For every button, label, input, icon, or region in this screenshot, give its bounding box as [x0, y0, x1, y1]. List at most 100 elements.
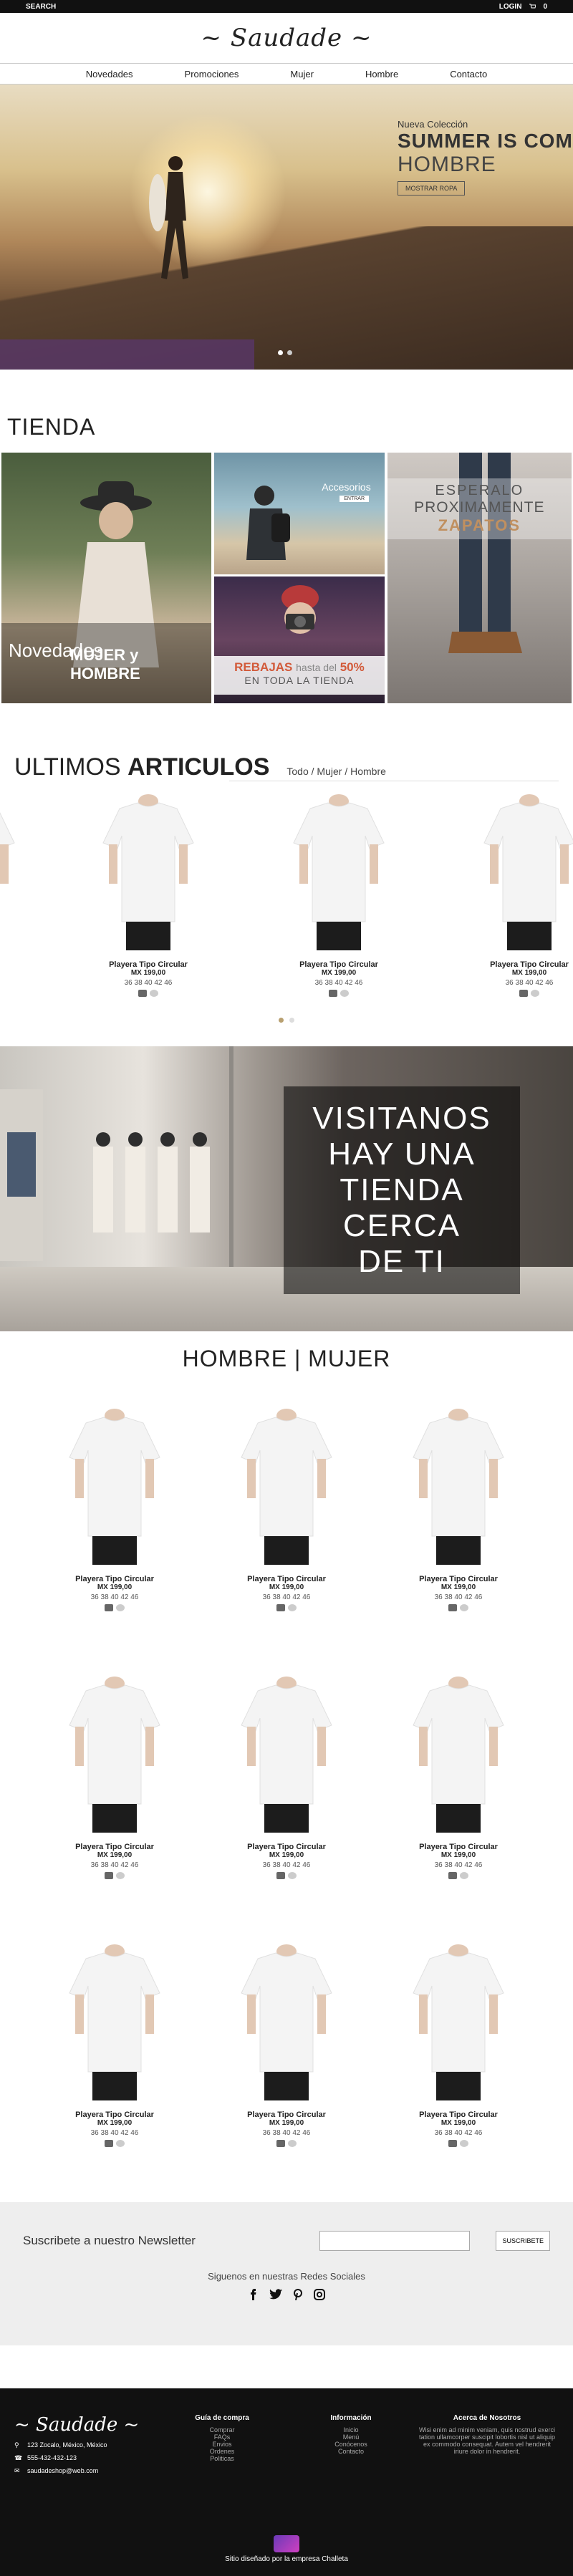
- cart-icon[interactable]: [276, 1604, 285, 1611]
- product-sizes[interactable]: 36 38 40 42 46: [201, 1593, 372, 1601]
- product-image[interactable]: [372, 1943, 544, 2108]
- product-name[interactable]: Playera Tipo Circular: [29, 1843, 201, 1851]
- product-sizes[interactable]: 36 38 40 42 46: [476, 979, 573, 987]
- footer-guia-envios[interactable]: Envios: [158, 2441, 286, 2448]
- grid-product[interactable]: Playera Tipo Circular MX 199,00 36 38 40…: [29, 1407, 201, 1625]
- heart-icon[interactable]: [150, 990, 158, 997]
- nav-hombre[interactable]: Hombre: [365, 69, 398, 79]
- heart-icon[interactable]: [116, 1872, 125, 1879]
- footer-logo[interactable]: ~ Saudade ~: [14, 2414, 158, 2436]
- cart-icon[interactable]: [105, 1872, 113, 1879]
- cart-icon[interactable]: [448, 1604, 457, 1611]
- product-sizes[interactable]: 36 38 40 42 46: [29, 2129, 201, 2137]
- product-sizes[interactable]: 36 38 40 42 46: [372, 1593, 544, 1601]
- product-sizes[interactable]: 36 38 40 42 46: [372, 1861, 544, 1869]
- grid-product[interactable]: Playera Tipo Circular MX 199,00 36 38 40…: [372, 1943, 544, 2161]
- cart-icon[interactable]: [448, 2140, 457, 2147]
- footer-guia-politicas[interactable]: Politicas: [158, 2455, 286, 2462]
- footer-guia-ordenes[interactable]: Ordenes: [158, 2448, 286, 2455]
- twitter-icon[interactable]: [269, 2289, 282, 2300]
- footer-info-inicio[interactable]: Inicio: [286, 2426, 415, 2433]
- product-image[interactable]: [29, 1675, 201, 1840]
- nav-contacto[interactable]: Contacto: [450, 69, 487, 79]
- tile-novedades[interactable]: Novedades MUJER y HOMBRE: [1, 453, 212, 703]
- product-image[interactable]: [29, 1407, 201, 1572]
- heart-icon[interactable]: [116, 1604, 125, 1611]
- grid-product[interactable]: Playera Tipo Circular MX 199,00 36 38 40…: [372, 1675, 544, 1893]
- carousel-product-3[interactable]: Playera Tipo Circular MX 199,00 36 38 40…: [476, 793, 573, 997]
- footer-email[interactable]: saudadeshop@web.com: [27, 2467, 98, 2474]
- product-sizes[interactable]: 36 38 40 42 46: [285, 979, 393, 987]
- product-sizes[interactable]: 36 38 40 42 46: [201, 1861, 372, 1869]
- heart-icon[interactable]: [460, 1872, 468, 1879]
- product-image[interactable]: [201, 1943, 372, 2108]
- product-sizes[interactable]: 36 38 40 42 46: [372, 2129, 544, 2137]
- cart-icon[interactable]: [105, 1604, 113, 1611]
- grid-product[interactable]: Playera Tipo Circular MX 199,00 36 38 40…: [29, 1943, 201, 2161]
- product-name[interactable]: Playera Tipo Circular: [201, 2111, 372, 2119]
- cart-icon[interactable]: [105, 2140, 113, 2147]
- heart-icon[interactable]: [531, 990, 539, 997]
- product-image[interactable]: [285, 793, 393, 957]
- grid-product[interactable]: Playera Tipo Circular MX 199,00 36 38 40…: [201, 1675, 372, 1893]
- facebook-icon[interactable]: [248, 2289, 259, 2300]
- hero-dot-1[interactable]: [278, 350, 283, 355]
- heart-icon[interactable]: [116, 2140, 125, 2147]
- grid-product[interactable]: Playera Tipo Circular MX 199,00 36 38 40…: [201, 1943, 372, 2161]
- cart-icon[interactable]: [276, 1872, 285, 1879]
- cart-icon[interactable]: [529, 3, 536, 10]
- product-sizes[interactable]: 36 38 40 42 46: [29, 1861, 201, 1869]
- footer-info-conocenos[interactable]: Conócenos: [286, 2441, 415, 2448]
- product-image[interactable]: [476, 793, 573, 957]
- search-link[interactable]: SEARCH: [26, 3, 56, 11]
- newsletter-email-input[interactable]: [319, 2231, 471, 2251]
- store-banner-box[interactable]: VISITANOS HAY UNA TIENDA CERCA DE TI: [284, 1086, 520, 1294]
- product-image[interactable]: [201, 1675, 372, 1840]
- grid-product[interactable]: Playera Tipo Circular MX 199,00 36 38 40…: [201, 1407, 372, 1625]
- heart-icon[interactable]: [340, 990, 349, 997]
- product-name[interactable]: Playera Tipo Circular: [95, 960, 202, 969]
- login-link[interactable]: LOGIN: [499, 3, 522, 11]
- cart-icon[interactable]: [448, 1872, 457, 1879]
- product-name[interactable]: Playera Tipo Circular: [372, 1575, 544, 1583]
- designer-logo[interactable]: [274, 2535, 299, 2552]
- product-name[interactable]: Playera Tipo Circular: [372, 2111, 544, 2119]
- cart-icon[interactable]: [519, 990, 528, 997]
- heart-icon[interactable]: [288, 1872, 297, 1879]
- nav-mujer[interactable]: Mujer: [290, 69, 314, 79]
- product-image[interactable]: [201, 1407, 372, 1572]
- carousel-dot-2[interactable]: [289, 1018, 294, 1023]
- product-image[interactable]: [29, 1943, 201, 2108]
- footer-info-menu[interactable]: Menú: [286, 2433, 415, 2441]
- product-name[interactable]: Playera Tipo Circular: [201, 1575, 372, 1583]
- product-name[interactable]: Playera Tipo Circular: [201, 1843, 372, 1851]
- carousel-product-0[interactable]: [0, 793, 23, 957]
- product-sizes[interactable]: 36 38 40 42 46: [201, 2129, 372, 2137]
- ultimos-filters[interactable]: Todo / Mujer / Hombre: [286, 766, 386, 777]
- footer-info-contacto[interactable]: Contacto: [286, 2448, 415, 2455]
- carousel-product-1[interactable]: Playera Tipo Circular MX 199,00 36 38 40…: [95, 793, 202, 997]
- pinterest-icon[interactable]: [292, 2289, 304, 2300]
- carousel-product-2[interactable]: Playera Tipo Circular MX 199,00 36 38 40…: [285, 793, 393, 997]
- footer-guia-comprar[interactable]: Comprar: [158, 2426, 286, 2433]
- heart-icon[interactable]: [460, 1604, 468, 1611]
- heart-icon[interactable]: [460, 2140, 468, 2147]
- product-sizes[interactable]: 36 38 40 42 46: [29, 1593, 201, 1601]
- hombre-mujer-title[interactable]: HOMBRE | MUJER: [0, 1331, 573, 1407]
- product-name[interactable]: Playera Tipo Circular: [29, 2111, 201, 2119]
- cart-icon[interactable]: [329, 990, 337, 997]
- product-image[interactable]: [372, 1407, 544, 1572]
- grid-product[interactable]: Playera Tipo Circular MX 199,00 36 38 40…: [372, 1407, 544, 1625]
- tile-accesorios-tag[interactable]: ENTRAR: [340, 496, 370, 502]
- product-image[interactable]: [372, 1675, 544, 1840]
- instagram-icon[interactable]: [314, 2289, 325, 2300]
- product-name[interactable]: Playera Tipo Circular: [285, 960, 393, 969]
- hero-dot-2[interactable]: [287, 350, 292, 355]
- product-name[interactable]: Playera Tipo Circular: [476, 960, 573, 969]
- subscribe-button[interactable]: SUSCRIBETE: [496, 2231, 550, 2251]
- site-logo[interactable]: ~ Saudade ~: [201, 24, 372, 52]
- product-image[interactable]: [0, 793, 23, 957]
- product-name[interactable]: Playera Tipo Circular: [372, 1843, 544, 1851]
- heart-icon[interactable]: [288, 2140, 297, 2147]
- tile-zapatos[interactable]: ESPERALO PROXIMAMENTE ZAPATOS: [387, 453, 572, 703]
